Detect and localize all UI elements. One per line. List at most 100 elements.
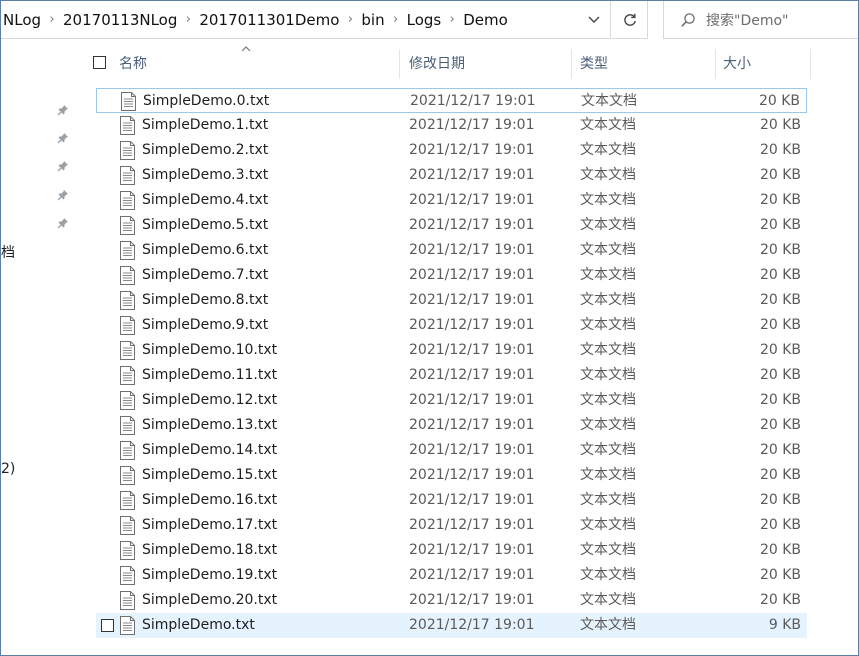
file-type: 文本文档: [580, 542, 636, 558]
file-modified-date: 2021/12/17 19:01: [409, 517, 535, 533]
file-size: 20 KB: [759, 542, 801, 558]
file-name[interactable]: SimpleDemo.2.txt: [142, 138, 268, 163]
pin-icon[interactable]: [57, 189, 69, 201]
file-name[interactable]: SimpleDemo.12.txt: [142, 388, 277, 413]
row-checkbox[interactable]: [101, 619, 114, 632]
file-name[interactable]: SimpleDemo.17.txt: [142, 513, 277, 538]
file-size: 20 KB: [759, 467, 801, 483]
file-name[interactable]: SimpleDemo.3.txt: [142, 163, 268, 188]
file-row[interactable]: SimpleDemo.11.txt 2021/12/17 19:01 文本文档 …: [96, 363, 807, 388]
file-row[interactable]: SimpleDemo.1.txt 2021/12/17 19:01 文本文档 2…: [96, 113, 807, 138]
file-row[interactable]: SimpleDemo.18.txt 2021/12/17 19:01 文本文档 …: [96, 538, 807, 563]
search-input[interactable]: 搜索"Demo": [663, 1, 858, 39]
file-modified-date: 2021/12/17 19:01: [409, 592, 535, 608]
file-row[interactable]: SimpleDemo.14.txt 2021/12/17 19:01 文本文档 …: [96, 438, 807, 463]
file-row[interactable]: SimpleDemo.5.txt 2021/12/17 19:01 文本文档 2…: [96, 213, 807, 238]
file-row[interactable]: SimpleDemo.19.txt 2021/12/17 19:01 文本文档 …: [96, 563, 807, 588]
file-row[interactable]: SimpleDemo.15.txt 2021/12/17 19:01 文本文档 …: [96, 463, 807, 488]
address-bar[interactable]: NLog › 20170113NLog › 2017011301Demo › b…: [1, 1, 611, 39]
pin-icon[interactable]: [57, 160, 69, 172]
breadcrumb-demo[interactable]: Demo: [459, 11, 512, 29]
text-file-icon: [120, 391, 135, 410]
file-type: 文本文档: [580, 167, 636, 183]
file-row[interactable]: SimpleDemo.17.txt 2021/12/17 19:01 文本文档 …: [96, 513, 807, 538]
file-name[interactable]: SimpleDemo.20.txt: [142, 588, 277, 613]
nav-item-documents-fragment[interactable]: 档: [1, 242, 15, 262]
chevron-right-icon[interactable]: ›: [343, 12, 357, 27]
file-row[interactable]: SimpleDemo.20.txt 2021/12/17 19:01 文本文档 …: [96, 588, 807, 613]
chevron-right-icon[interactable]: ›: [445, 12, 459, 27]
file-name[interactable]: SimpleDemo.6.txt: [142, 238, 268, 263]
text-file-icon: [120, 241, 135, 260]
file-type: 文本文档: [580, 592, 636, 608]
file-name[interactable]: SimpleDemo.18.txt: [142, 538, 277, 563]
file-row[interactable]: SimpleDemo.txt 2021/12/17 19:01 文本文档 9 K…: [96, 613, 807, 638]
breadcrumb-20170113nlog[interactable]: 20170113NLog: [59, 11, 181, 29]
file-name[interactable]: SimpleDemo.5.txt: [142, 213, 268, 238]
breadcrumb-nlog[interactable]: NLog: [1, 11, 45, 29]
file-modified-date: 2021/12/17 19:01: [409, 542, 535, 558]
file-modified-date: 2021/12/17 19:01: [409, 442, 535, 458]
file-type: 文本文档: [580, 292, 636, 308]
file-type: 文本文档: [580, 317, 636, 333]
text-file-icon: [120, 491, 135, 510]
breadcrumb-bin[interactable]: bin: [357, 11, 388, 29]
chevron-right-icon[interactable]: ›: [389, 12, 403, 27]
file-row[interactable]: SimpleDemo.16.txt 2021/12/17 19:01 文本文档 …: [96, 488, 807, 513]
file-modified-date: 2021/12/17 19:01: [409, 492, 535, 508]
file-row[interactable]: SimpleDemo.0.txt 2021/12/17 19:01 文本文档 2…: [96, 88, 807, 113]
file-name[interactable]: SimpleDemo.0.txt: [143, 89, 269, 114]
file-modified-date: 2021/12/17 19:01: [409, 392, 535, 408]
file-row[interactable]: SimpleDemo.12.txt 2021/12/17 19:01 文本文档 …: [96, 388, 807, 413]
file-row[interactable]: SimpleDemo.4.txt 2021/12/17 19:01 文本文档 2…: [96, 188, 807, 213]
column-divider[interactable]: [571, 49, 572, 79]
breadcrumb-logs[interactable]: Logs: [403, 11, 446, 29]
file-name[interactable]: SimpleDemo.4.txt: [142, 188, 268, 213]
address-history-button[interactable]: [578, 1, 610, 38]
column-date[interactable]: 修改日期: [409, 45, 569, 81]
column-type[interactable]: 类型: [580, 45, 715, 81]
file-name[interactable]: SimpleDemo.8.txt: [142, 288, 268, 313]
chevron-right-icon[interactable]: ›: [181, 12, 195, 27]
file-name[interactable]: SimpleDemo.7.txt: [142, 263, 268, 288]
file-row[interactable]: SimpleDemo.10.txt 2021/12/17 19:01 文本文档 …: [96, 338, 807, 363]
file-name[interactable]: SimpleDemo.10.txt: [142, 338, 277, 363]
file-type: 文本文档: [580, 217, 636, 233]
column-divider[interactable]: [810, 49, 811, 79]
column-divider[interactable]: [715, 49, 716, 79]
column-size[interactable]: 大小: [723, 45, 808, 81]
file-name[interactable]: SimpleDemo.16.txt: [142, 488, 277, 513]
breadcrumb-2017011301demo[interactable]: 2017011301Demo: [195, 11, 343, 29]
file-row[interactable]: SimpleDemo.6.txt 2021/12/17 19:01 文本文档 2…: [96, 238, 807, 263]
file-row[interactable]: SimpleDemo.3.txt 2021/12/17 19:01 文本文档 2…: [96, 163, 807, 188]
file-name[interactable]: SimpleDemo.14.txt: [142, 438, 277, 463]
column-divider[interactable]: [399, 49, 400, 79]
file-name[interactable]: SimpleDemo.txt: [142, 613, 255, 638]
column-name[interactable]: 名称: [119, 45, 399, 81]
file-row[interactable]: SimpleDemo.7.txt 2021/12/17 19:01 文本文档 2…: [96, 263, 807, 288]
text-file-icon: [120, 516, 135, 535]
pin-icon[interactable]: [57, 132, 69, 144]
pin-icon[interactable]: [57, 217, 69, 229]
file-type: 文本文档: [580, 267, 636, 283]
file-row[interactable]: SimpleDemo.2.txt 2021/12/17 19:01 文本文档 2…: [96, 138, 807, 163]
column-type-label: 类型: [580, 56, 608, 72]
file-row[interactable]: SimpleDemo.9.txt 2021/12/17 19:01 文本文档 2…: [96, 313, 807, 338]
file-name[interactable]: SimpleDemo.19.txt: [142, 563, 277, 588]
file-row[interactable]: SimpleDemo.13.txt 2021/12/17 19:01 文本文档 …: [96, 413, 807, 438]
chevron-right-icon[interactable]: ›: [45, 12, 59, 27]
nav-item-drive-fragment[interactable]: 2): [1, 461, 15, 477]
refresh-button[interactable]: [612, 1, 648, 39]
file-row[interactable]: SimpleDemo.8.txt 2021/12/17 19:01 文本文档 2…: [96, 288, 807, 313]
file-size: 20 KB: [759, 342, 801, 358]
select-all-checkbox[interactable]: [93, 56, 106, 69]
file-name[interactable]: SimpleDemo.1.txt: [142, 113, 268, 138]
file-name[interactable]: SimpleDemo.11.txt: [142, 363, 277, 388]
file-name[interactable]: SimpleDemo.9.txt: [142, 313, 268, 338]
file-size: 20 KB: [759, 367, 801, 383]
file-modified-date: 2021/12/17 19:01: [409, 117, 535, 133]
file-name[interactable]: SimpleDemo.13.txt: [142, 413, 277, 438]
pin-icon[interactable]: [57, 104, 69, 116]
text-file-icon: [120, 566, 135, 585]
file-name[interactable]: SimpleDemo.15.txt: [142, 463, 277, 488]
